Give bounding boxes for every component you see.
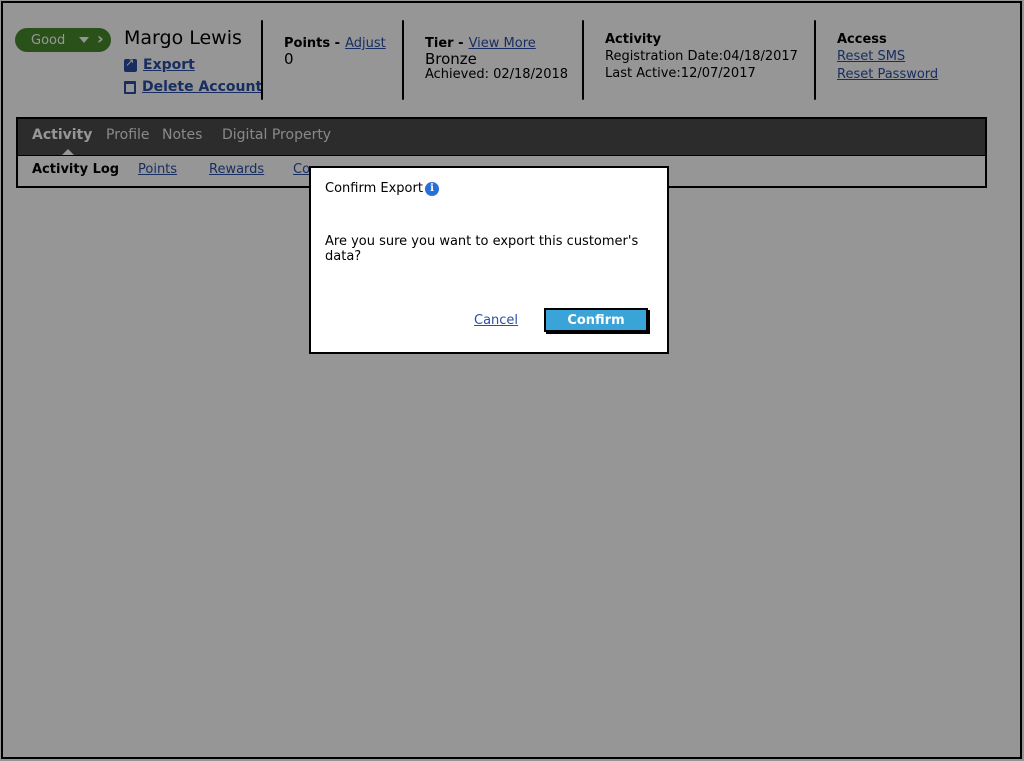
dialog-title: Confirm Export (325, 181, 423, 196)
modal-overlay[interactable] (0, 0, 1024, 761)
info-icon: i (425, 182, 439, 196)
confirm-button[interactable]: Confirm (544, 308, 648, 332)
confirm-export-dialog: Confirm Export i Are you sure you want t… (309, 166, 669, 354)
cancel-button[interactable]: Cancel (474, 313, 518, 328)
dialog-message: Are you sure you want to export this cus… (325, 234, 639, 264)
